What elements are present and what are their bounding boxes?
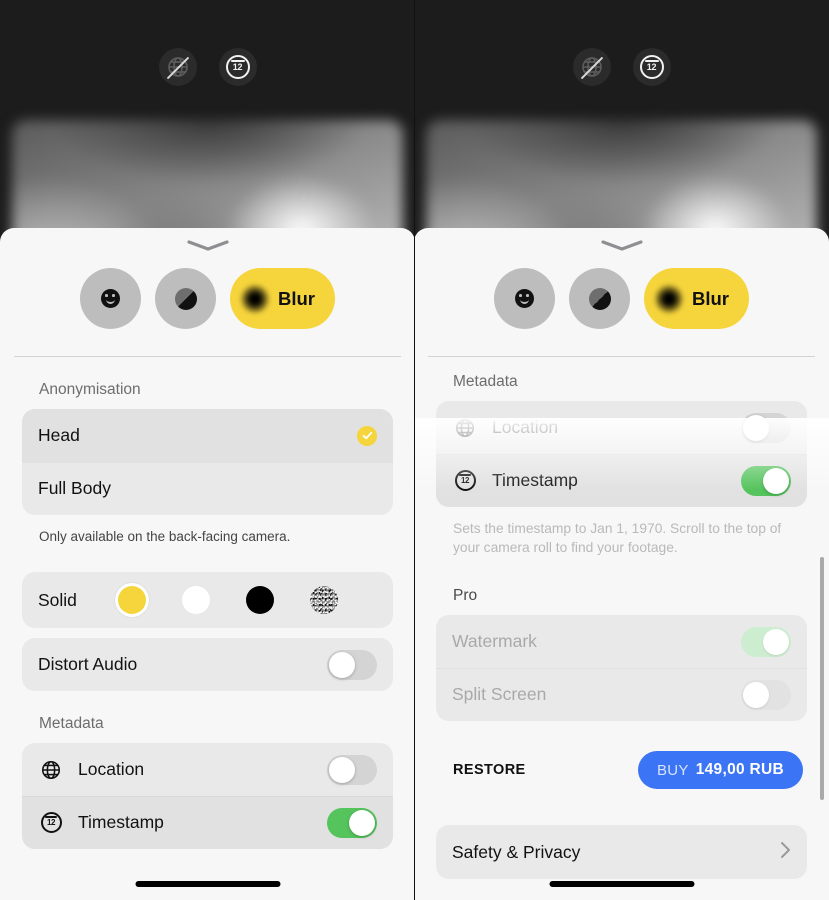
metadata-row-location-left[interactable]: Location	[22, 743, 393, 796]
panel-seam	[414, 0, 415, 900]
distort-audio-label: Distort Audio	[38, 654, 138, 675]
globe-icon	[38, 759, 64, 781]
distort-audio-toggle[interactable]	[327, 649, 377, 680]
anonymisation-option-head-label: Head	[38, 425, 80, 445]
clock-12-icon: 12	[38, 812, 64, 834]
chevron-down-icon[interactable]	[185, 238, 231, 252]
pro-row-split-screen[interactable]: Split Screen	[436, 668, 807, 721]
vertical-scrollbar[interactable]	[820, 557, 824, 800]
distort-audio-card: Distort Audio	[22, 638, 393, 692]
metadata-row-timestamp-right[interactable]: 12 Timestamp	[436, 454, 807, 507]
blur-dot-icon	[654, 283, 684, 314]
buy-button-word: BUY	[656, 761, 689, 779]
smiley-icon	[101, 289, 120, 308]
metadata-timestamp-label-right: Timestamp	[492, 470, 578, 490]
solid-label: Solid	[38, 589, 77, 610]
safety-privacy-label: Safety & Privacy	[452, 841, 581, 862]
pro-card: Watermark Split Screen	[436, 615, 807, 722]
metadata-row-location-right[interactable]: Location	[436, 401, 807, 454]
metadata-timestamp-toggle-left[interactable]	[327, 807, 377, 838]
mode-selector-right: Blur	[414, 268, 829, 329]
blur-mode-label: Blur	[692, 287, 729, 309]
swatch-yellow[interactable]	[118, 586, 146, 615]
settings-sheet: Blur Anonymisation Head Full Body Only a…	[0, 228, 415, 900]
face-mode-button[interactable]	[494, 268, 555, 329]
blur-dot-icon	[240, 283, 270, 314]
anonymisation-option-head[interactable]: Head	[22, 409, 393, 462]
pro-split-screen-label: Split Screen	[452, 684, 547, 705]
metadata-section-label-left: Metadata	[39, 715, 104, 733]
buy-button-price: 149,00 RUB	[695, 761, 784, 779]
chevron-down-icon[interactable]	[599, 238, 645, 252]
restore-button[interactable]: RESTORE	[453, 762, 526, 778]
blur-mode-label: Blur	[278, 287, 315, 309]
check-icon	[357, 425, 377, 446]
clock-12-icon-label: 12	[40, 812, 62, 834]
pro-watermark-label: Watermark	[452, 631, 537, 652]
metadata-location-label-left: Location	[78, 759, 145, 780]
metadata-location-label-right: Location	[492, 417, 559, 437]
status-icon-group: 12	[158, 48, 257, 86]
metadata-location-toggle-left[interactable]	[327, 754, 377, 785]
metadata-timestamp-label-left: Timestamp	[78, 812, 164, 833]
half-circle-icon	[174, 287, 197, 310]
metadata-timestamp-toggle-right[interactable]	[741, 465, 791, 496]
solid-swatch-group	[118, 586, 338, 615]
purchase-bar: RESTORE BUY 149,00 RUB	[453, 751, 803, 790]
home-indicator-right	[549, 881, 694, 887]
chevron-right-icon	[780, 841, 791, 864]
home-indicator-left	[135, 881, 280, 887]
anonymisation-section-label: Anonymisation	[39, 381, 141, 398]
timestamp-icon[interactable]: 12	[218, 48, 257, 86]
metadata-row-timestamp-left[interactable]: 12 Timestamp	[22, 796, 393, 850]
anonymisation-option-full-body[interactable]: Full Body	[22, 462, 393, 515]
safety-privacy-row[interactable]: Safety & Privacy	[436, 825, 807, 880]
anonymisation-card: Head Full Body	[22, 409, 393, 515]
blur-mode-button[interactable]: Blur	[230, 268, 335, 329]
swatch-noise[interactable]	[310, 586, 338, 615]
metadata-card-right: Location 12 Timestamp	[436, 401, 807, 507]
camera-topbar-right: 12	[414, 0, 829, 120]
globe-icon	[452, 417, 478, 439]
clock-12-icon-label: 12	[454, 470, 476, 491]
left-screenshot-panel: 12 Blur Anonymisation Head Full Body Onl…	[0, 0, 415, 900]
metadata-location-toggle-right[interactable]	[741, 412, 791, 443]
clock-12-icon: 12	[452, 470, 478, 491]
swatch-black[interactable]	[246, 586, 274, 615]
solid-mode-button[interactable]	[155, 268, 216, 329]
metadata-section-label-right: Metadata	[453, 373, 518, 390]
camera-topbar: 12	[0, 0, 415, 120]
solid-color-row: Solid	[22, 572, 393, 629]
face-mode-button[interactable]	[80, 268, 141, 329]
blur-mode-button[interactable]: Blur	[644, 268, 749, 329]
timestamp-icon[interactable]: 12	[632, 48, 671, 86]
app-screen: 12 Blur Anonymisation Head Full Body Onl…	[0, 0, 829, 900]
pro-section-label: Pro	[453, 587, 478, 605]
right-screenshot-panel: 12 Blur Metadata Location 12 Timestamp S…	[414, 0, 829, 900]
pro-watermark-toggle[interactable]	[741, 626, 791, 657]
timestamp-icon-label: 12	[639, 55, 664, 79]
settings-sheet-right: Blur Metadata Location 12 Timestamp Sets…	[414, 228, 829, 900]
left-settings-content: Anonymisation Head Full Body Only availa…	[0, 357, 415, 900]
location-off-icon[interactable]	[572, 48, 611, 86]
smiley-icon	[515, 289, 534, 308]
half-circle-icon	[588, 287, 611, 310]
timestamp-icon-label: 12	[225, 55, 250, 79]
anonymisation-footnote: Only available on the back-facing camera…	[39, 529, 291, 544]
right-settings-content: Metadata Location 12 Timestamp Sets the …	[414, 357, 829, 900]
metadata-card-left: Location 12 Timestamp	[22, 743, 393, 850]
distort-audio-row[interactable]: Distort Audio	[22, 638, 393, 691]
buy-button[interactable]: BUY 149,00 RUB	[637, 751, 803, 790]
solid-mode-button[interactable]	[569, 268, 630, 329]
timestamp-footnote: Sets the timestamp to Jan 1, 1970. Scrol…	[453, 521, 782, 555]
anonymisation-option-full-body-label: Full Body	[38, 478, 111, 498]
status-icon-group-right: 12	[572, 48, 671, 86]
mode-selector: Blur	[0, 268, 415, 329]
pro-split-screen-toggle[interactable]	[741, 679, 791, 710]
swatch-white[interactable]	[182, 586, 210, 615]
location-off-icon[interactable]	[158, 48, 197, 86]
pro-row-watermark[interactable]: Watermark	[436, 615, 807, 668]
